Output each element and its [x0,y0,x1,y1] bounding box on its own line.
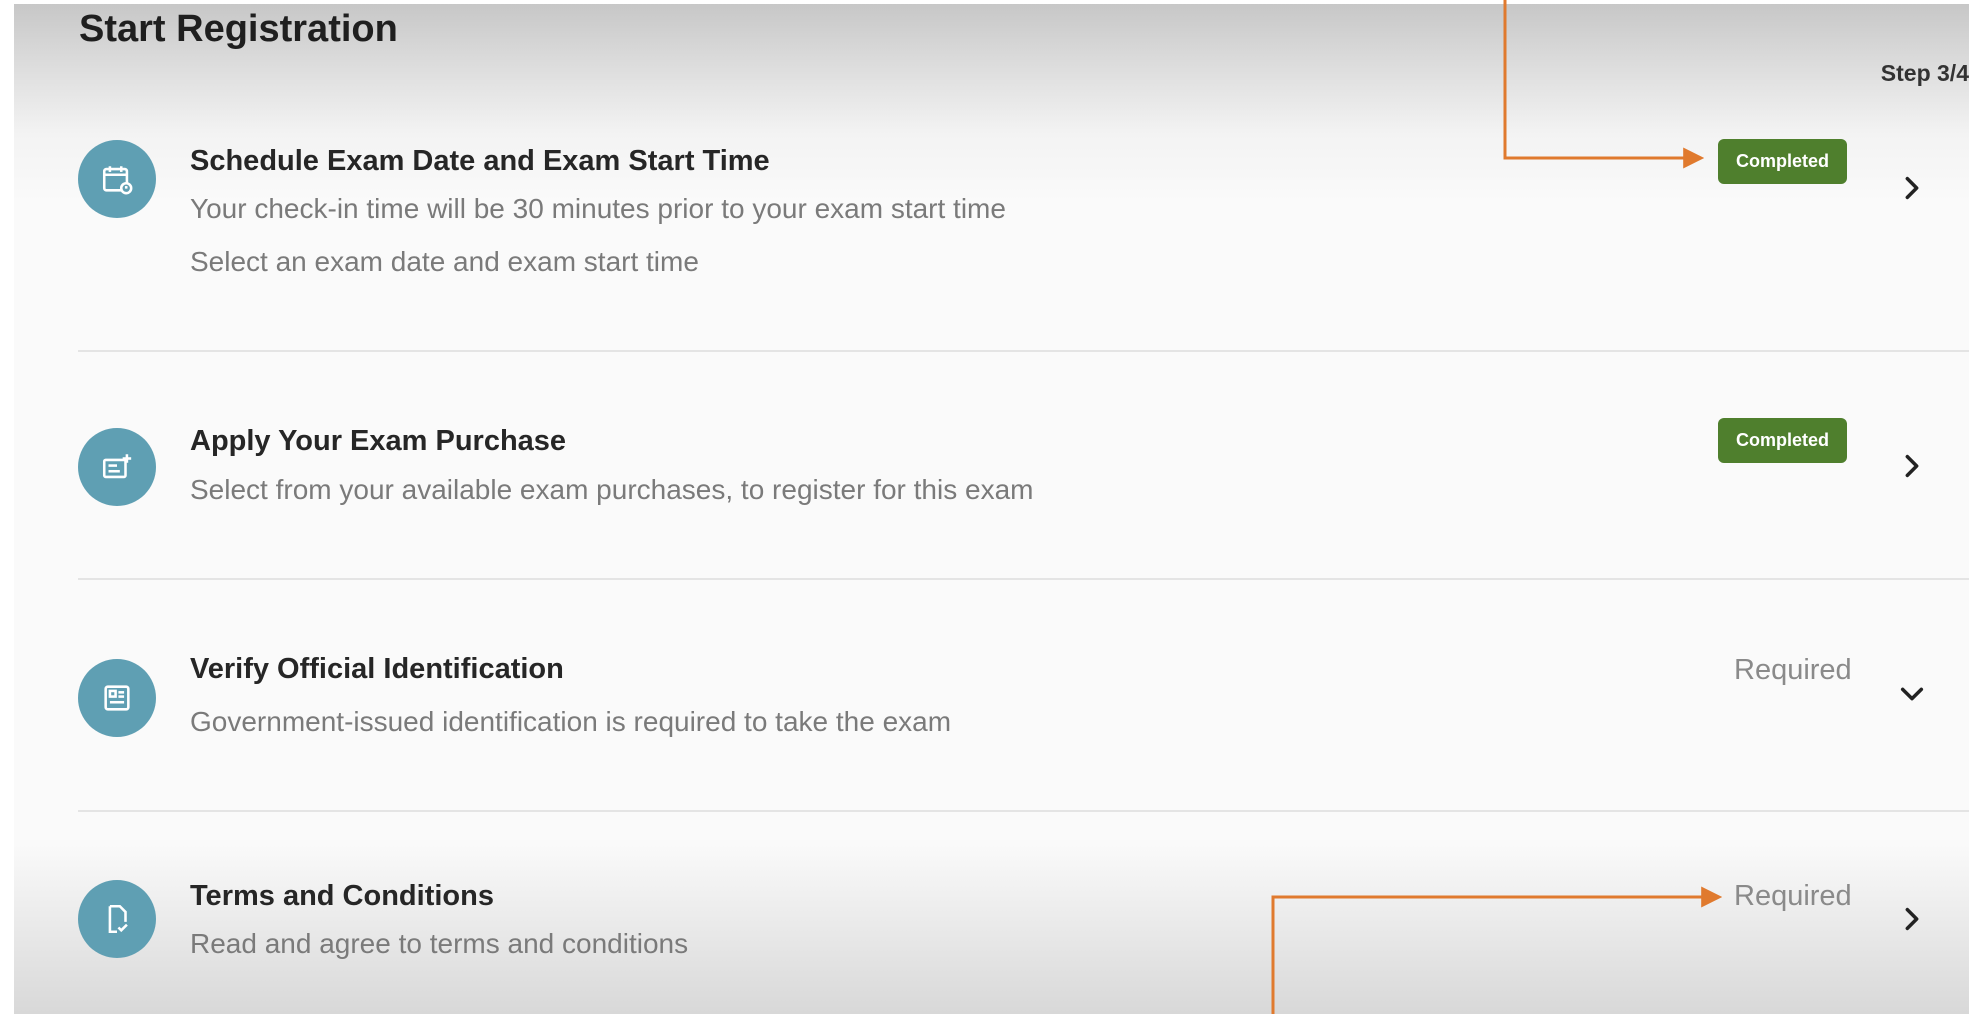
step-title: Verify Official Identification [190,653,564,685]
step-description: Your check-in time will be 30 minutes pr… [190,193,1006,224]
step-title: Terms and Conditions [190,880,494,912]
chevron-right-icon[interactable] [1892,899,1932,939]
chevron-right-icon[interactable] [1892,446,1932,486]
divider [78,350,1969,352]
status-badge-completed: Completed [1718,139,1848,184]
chevron-right-icon[interactable] [1892,168,1932,208]
step-description: Government-issued identification is requ… [190,706,952,737]
document-check-icon [78,880,156,958]
calendar-icon [78,140,156,218]
step-title: Schedule Exam Date and Exam Start Time [190,145,770,177]
step-description: Select from your available exam purchase… [190,474,1034,505]
status-required: Required [1734,654,1852,686]
step-description: Select an exam date and exam start time [190,246,699,277]
step-title: Apply Your Exam Purchase [190,425,567,457]
ticket-icon [78,428,156,506]
id-card-icon [78,659,156,737]
divider [78,578,1969,580]
step-description: Read and agree to terms and conditions [190,928,689,959]
status-badge-completed: Completed [1718,418,1848,463]
status-required: Required [1734,880,1852,912]
chevron-down-icon[interactable] [1892,674,1932,714]
page-title: Start Registration [79,8,398,50]
step-indicator: Step 3/4 [1880,60,1969,86]
divider [78,810,1969,812]
